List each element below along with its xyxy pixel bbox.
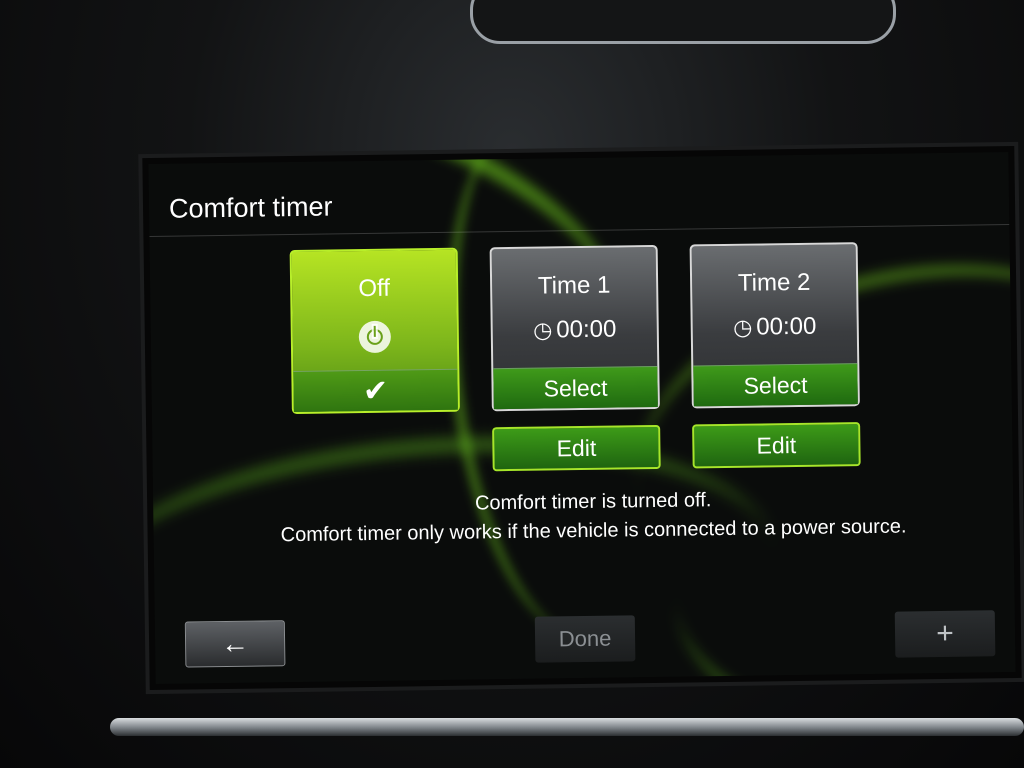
done-button[interactable]: Done	[534, 615, 636, 663]
timer-card-time-2[interactable]: Time 2 ◷ 00:00 Select	[689, 242, 860, 409]
back-arrow-icon: ←	[220, 627, 250, 660]
timer-card-label: Time 1	[537, 271, 611, 300]
timer-card-off[interactable]: Off ✔	[289, 247, 460, 415]
dashboard-vent	[470, 0, 896, 44]
timer-card-label: Time 2	[737, 268, 811, 297]
checkmark-icon: ✔	[362, 374, 389, 408]
select-button-time-1[interactable]: Select	[493, 365, 658, 410]
status-message: Comfort timer is turned off. Comfort tim…	[273, 483, 914, 550]
add-button[interactable]: +	[894, 610, 996, 658]
title-divider	[149, 224, 1010, 238]
infotainment-screen: Comfort timer Off ✔ Time 1 ◷ 00:00 Select…	[148, 152, 1016, 684]
clock-timer-icon: ◷	[532, 317, 553, 343]
edit-button-time-2[interactable]: Edit	[692, 422, 861, 469]
selected-indicator: ✔	[293, 368, 458, 413]
page-title: Comfort timer	[168, 191, 333, 224]
select-button-time-2[interactable]: Select	[693, 363, 858, 407]
timer-time: ◷ 00:00	[693, 312, 857, 342]
power-icon	[358, 320, 392, 354]
chrome-trim	[110, 718, 1024, 736]
timer-card-time-1[interactable]: Time 1 ◷ 00:00 Select	[489, 244, 660, 412]
edit-button-time-1[interactable]: Edit	[492, 424, 661, 472]
back-button[interactable]: ←	[184, 620, 286, 668]
timer-card-label: Off	[358, 274, 391, 303]
timer-time-value: 00:00	[756, 312, 817, 341]
plus-icon: +	[936, 616, 955, 651]
timer-time: ◷ 00:00	[493, 315, 657, 345]
clock-timer-icon: ◷	[732, 314, 753, 340]
timer-time-value: 00:00	[556, 315, 617, 344]
